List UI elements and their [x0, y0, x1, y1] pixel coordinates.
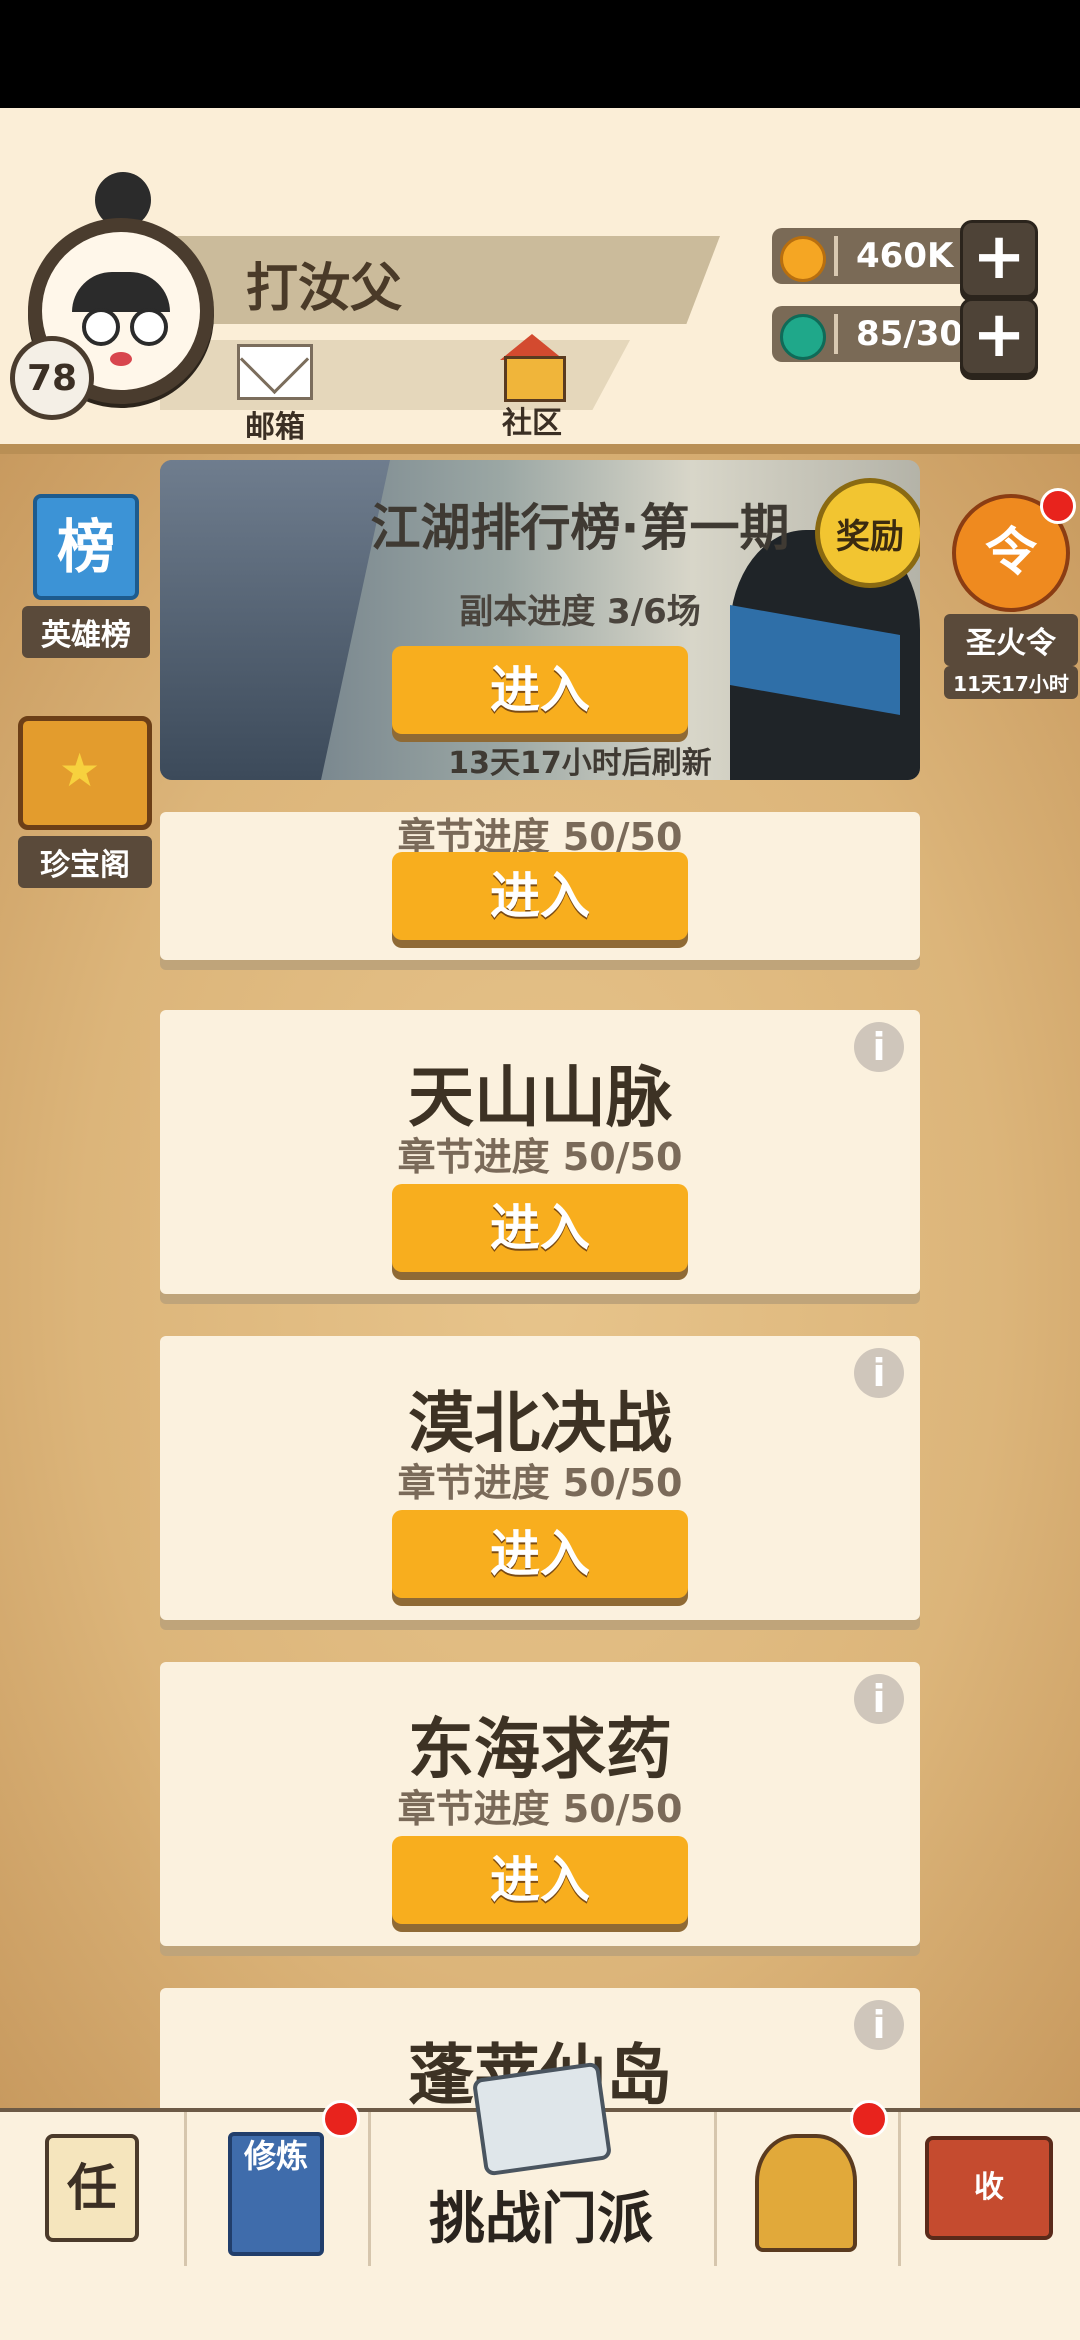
- holy-fire-order-label: 圣火令: [944, 614, 1078, 666]
- chapter-progress: 章节进度 50/50: [397, 1135, 683, 1179]
- holy-fire-order-button[interactable]: 令 圣火令 11天17小时: [944, 488, 1078, 699]
- treasure-pavilion-label: 珍宝阁: [18, 836, 152, 888]
- enter-button[interactable]: 进入: [392, 1510, 688, 1598]
- add-gem-button[interactable]: +: [960, 298, 1038, 376]
- mail-icon: [237, 344, 313, 400]
- nav-cultivation[interactable]: 修炼: [184, 2100, 371, 2270]
- enter-button[interactable]: 进入: [392, 1836, 688, 1924]
- notification-dot: [850, 2100, 888, 2138]
- collection-building-icon: 收: [925, 2136, 1053, 2240]
- level-badge: 78: [10, 336, 94, 420]
- hero-rank-label: 英雄榜: [22, 606, 150, 658]
- community-button[interactable]: 社区: [486, 334, 578, 441]
- main-content[interactable]: 榜 英雄榜 珍宝阁 令 圣火令 11天17小时 章节进度 50/50 进入 江湖…: [0, 454, 1080, 2108]
- header-divider: [0, 444, 1080, 454]
- mail-label: 邮箱: [245, 410, 305, 445]
- treasure-pavilion-button[interactable]: 珍宝阁: [18, 716, 152, 888]
- nav-challenge-sects[interactable]: 挑战门派: [368, 2061, 717, 2270]
- status-bar: [0, 0, 1080, 108]
- resource-divider: [834, 314, 838, 354]
- notification-dot: [1040, 488, 1076, 524]
- challenge-sects-label: 挑战门派: [429, 2187, 653, 2252]
- bottom-nav: 任 修炼 挑战门派 收: [0, 2061, 1080, 2270]
- coin-value: 460K: [856, 236, 954, 276]
- treasure-chest-icon: [18, 716, 152, 830]
- ranking-icon: 榜: [33, 494, 139, 600]
- chapter-card: i 漠北决战 章节进度 50/50 进入: [160, 1336, 920, 1620]
- gem-resource: 85/30 +: [772, 298, 1038, 376]
- community-icon: [492, 334, 572, 402]
- hero-rank-button[interactable]: 榜 英雄榜: [22, 494, 150, 658]
- resource-divider: [834, 236, 838, 276]
- dungeon-progress: 副本进度 3/6场: [459, 592, 701, 632]
- notification-dot: [322, 2100, 360, 2138]
- gem-icon: [780, 314, 826, 360]
- refresh-countdown: 13天17小时后刷新: [448, 746, 712, 780]
- cultivation-book-icon: 修炼: [228, 2132, 324, 2256]
- add-coin-button[interactable]: +: [960, 220, 1038, 298]
- community-label: 社区: [502, 406, 562, 441]
- holy-fire-order-timer: 11天17小时: [944, 666, 1078, 699]
- bottom-safe-area: [0, 2266, 1080, 2340]
- ranking-enter-button[interactable]: 进入: [392, 646, 688, 734]
- enter-button[interactable]: 进入: [392, 852, 688, 940]
- coin-icon: [780, 236, 826, 282]
- player-name: 打汝父: [246, 259, 403, 319]
- enter-button[interactable]: 进入: [392, 1184, 688, 1272]
- nav-tasks[interactable]: 任: [0, 2112, 187, 2270]
- nav-equipment[interactable]: [714, 2100, 901, 2270]
- nav-collection[interactable]: 收: [898, 2112, 1080, 2270]
- helmet-icon: [755, 2134, 857, 2252]
- chapter-card-partial: 章节进度 50/50 进入: [160, 812, 920, 960]
- reward-button[interactable]: 奖励: [815, 478, 920, 588]
- chapter-card: i 东海求药 章节进度 50/50 进入: [160, 1662, 920, 1946]
- ranking-title: 江湖排行榜·第一期: [370, 499, 790, 557]
- chapter-progress: 章节进度 50/50: [397, 1461, 683, 1505]
- name-banner: [160, 236, 720, 324]
- crossed-swords-icon: [471, 2061, 613, 2177]
- task-scroll-icon: 任: [45, 2134, 139, 2242]
- coin-resource: 460K +: [772, 220, 1038, 298]
- gem-value: 85/30: [856, 314, 964, 354]
- chapter-progress: 章节进度 50/50: [397, 1787, 683, 1831]
- ranking-banner[interactable]: 江湖排行榜·第一期 奖励 副本进度 3/6场 进入 13天17小时后刷新: [160, 460, 920, 780]
- chapter-card: i 天山山脉 章节进度 50/50 进入: [160, 1010, 920, 1294]
- mail-button[interactable]: 邮箱: [232, 344, 318, 445]
